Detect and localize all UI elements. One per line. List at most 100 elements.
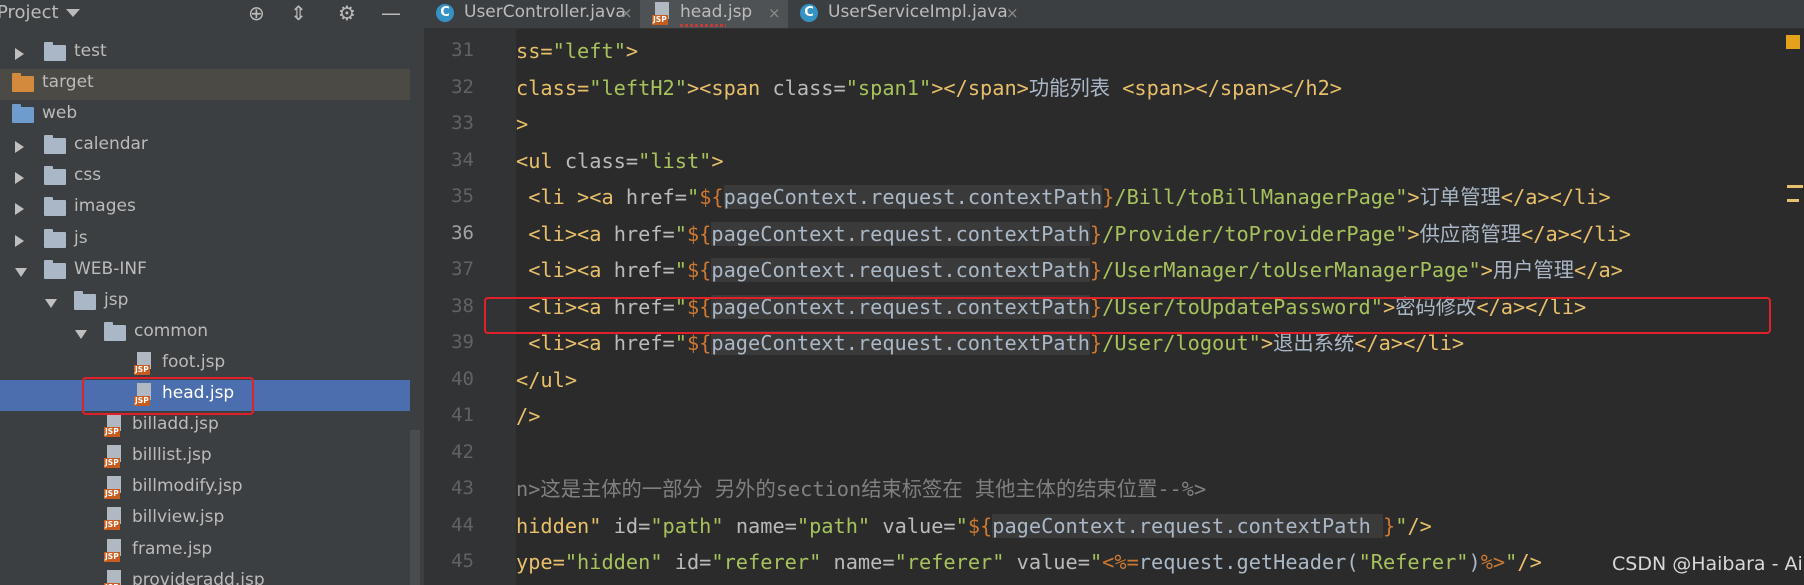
tree-item-calendar[interactable]: calendar: [0, 131, 410, 162]
chevron-right-icon[interactable]: [15, 48, 24, 60]
tree-item-label: billadd.jsp: [132, 414, 219, 435]
folder-icon: [44, 135, 66, 155]
line-number: 32: [451, 75, 474, 98]
tree-item-provideradd-jsp[interactable]: JSP provideradd.jsp: [0, 567, 410, 585]
close-icon[interactable]: ×: [620, 4, 633, 22]
editor-tab-bar: C UserController.java × JSP head.jsp × C…: [424, 0, 1804, 29]
annotation-highlight-box: [82, 377, 254, 415]
line-number: 35: [451, 185, 474, 207]
project-panel: Project ⊕ ⇕ ⚙ — test target web calendar css…: [0, 0, 424, 585]
code-line[interactable]: ss="left">: [516, 39, 638, 63]
tree-item-css[interactable]: css: [0, 162, 410, 193]
code-line[interactable]: <li><a href="${pageContext.request.conte…: [516, 331, 1464, 355]
jsp-file-icon: JSP: [104, 414, 124, 438]
line-number: 42: [451, 440, 474, 463]
code-line[interactable]: <ul class="list">: [516, 149, 724, 173]
tree-item-common[interactable]: common: [0, 318, 410, 349]
tree-item-label: calendar: [74, 134, 148, 155]
tab-user-controller[interactable]: C UserController.java ×: [424, 0, 640, 28]
chevron-down-icon[interactable]: [15, 267, 27, 277]
folder-icon: [44, 228, 66, 248]
minimize-icon[interactable]: —: [381, 2, 401, 24]
code-line[interactable]: <li><a href="${pageContext.request.conte…: [516, 221, 1631, 246]
line-number: 34: [451, 148, 474, 171]
tree-item-label: target: [42, 72, 94, 93]
warning-indicator-icon[interactable]: [1786, 35, 1800, 49]
folder-icon: [12, 73, 34, 93]
code-line[interactable]: <li><a href="${pageContext.request.conte…: [516, 258, 1623, 282]
folder-icon: [44, 259, 66, 279]
chevron-right-icon[interactable]: [15, 141, 24, 154]
tree-item-js[interactable]: js: [0, 225, 410, 256]
tree-item-jsp[interactable]: jsp: [0, 287, 410, 318]
gear-icon[interactable]: ⚙: [338, 2, 356, 24]
chevron-right-icon[interactable]: [15, 172, 24, 185]
watermark: CSDN @Haibara - Ai: [1612, 553, 1803, 575]
code-line[interactable]: hidden" id="path" name="path" value="${p…: [516, 513, 1432, 538]
line-number: 44: [451, 513, 474, 536]
tree-item-billadd-jsp[interactable]: JSP billadd.jsp: [0, 411, 410, 442]
folder-icon: [44, 42, 66, 61]
project-view-selector[interactable]: Project: [0, 2, 59, 23]
tab-label: UserServiceImpl.java: [828, 2, 1008, 22]
tree-item-test[interactable]: test: [0, 38, 410, 69]
tree-item-web-inf[interactable]: WEB-INF: [0, 256, 410, 287]
tree-item-label: css: [74, 165, 102, 186]
tab-label: UserController.java: [464, 2, 626, 22]
close-icon[interactable]: ×: [1006, 4, 1019, 22]
code-line[interactable]: ype="hidden" id="referer" name="referer"…: [516, 550, 1542, 574]
tab-head-jsp[interactable]: JSP head.jsp ×: [640, 0, 788, 28]
code-line[interactable]: >: [516, 112, 528, 136]
collapse-icon[interactable]: ⇕: [290, 2, 307, 24]
line-number: 39: [451, 331, 474, 353]
tree-item-label: web: [42, 103, 78, 124]
tree-item-label: common: [134, 320, 209, 341]
jsp-file-icon: JSP: [104, 476, 124, 500]
folder-icon: [104, 321, 126, 341]
tree-scrollbar[interactable]: [410, 430, 420, 585]
marker-line[interactable]: [1787, 185, 1803, 188]
folder-icon: [44, 197, 66, 217]
code-line[interactable]: />: [516, 404, 540, 428]
tab-label: head.jsp: [680, 2, 753, 22]
tree-item-foot-jsp[interactable]: JSP foot.jsp: [0, 349, 410, 380]
jsp-file-icon: JSP: [134, 351, 154, 376]
tree-item-billmodify-jsp[interactable]: JSP billmodify.jsp: [0, 473, 410, 504]
jsp-file-icon: JSP: [104, 507, 124, 531]
tree-item-label: test: [74, 41, 107, 61]
tree-item-billlist-jsp[interactable]: JSP billlist.jsp: [0, 442, 410, 473]
jsp-file-icon: JSP: [104, 538, 124, 563]
tree-item-images[interactable]: images: [0, 193, 410, 224]
chevron-right-icon[interactable]: [15, 234, 24, 247]
chevron-down-icon[interactable]: [75, 329, 87, 339]
line-number: 43: [451, 477, 474, 499]
folder-icon: [74, 290, 96, 310]
tree-item-label: provideradd.jsp: [132, 569, 265, 585]
editor-marker-strip[interactable]: [1790, 29, 1804, 585]
chevron-right-icon[interactable]: [15, 203, 24, 216]
tree-item-web[interactable]: web: [0, 100, 410, 131]
tree-item-label: js: [74, 227, 88, 248]
line-number: 31: [451, 39, 474, 61]
code-line[interactable]: class="leftH2"><span class="span1"></spa…: [516, 76, 1342, 100]
line-number: 41: [451, 404, 474, 426]
class-icon: C: [800, 4, 818, 22]
jsp-file-icon: JSP: [652, 1, 672, 27]
tree-item-target[interactable]: target: [0, 69, 410, 101]
tree-item-label: billlist.jsp: [132, 445, 212, 466]
marker-line[interactable]: [1787, 199, 1799, 202]
tree-item-billview-jsp[interactable]: JSP billview.jsp: [0, 504, 410, 535]
code-line[interactable]: n>这是主体的一部分 另外的section结束标签在 其他主体的结束位置--%>: [516, 477, 1206, 501]
jsp-file-icon: JSP: [104, 569, 124, 585]
tree-item-frame-jsp[interactable]: JSP frame.jsp: [0, 536, 410, 567]
chevron-down-icon[interactable]: [66, 9, 80, 17]
tab-user-service-impl[interactable]: C UserServiceImpl.java ×: [788, 0, 1026, 28]
chevron-down-icon[interactable]: [45, 298, 57, 308]
code-line[interactable]: </ul>: [516, 368, 577, 392]
crosshair-icon[interactable]: ⊕: [248, 2, 265, 24]
line-number: 33: [451, 112, 474, 134]
folder-icon: [44, 166, 66, 186]
code-line[interactable]: <li ><a href="${pageContext.request.cont…: [516, 185, 1611, 209]
close-icon[interactable]: ×: [768, 4, 781, 22]
tree-item-label: frame.jsp: [132, 538, 213, 559]
